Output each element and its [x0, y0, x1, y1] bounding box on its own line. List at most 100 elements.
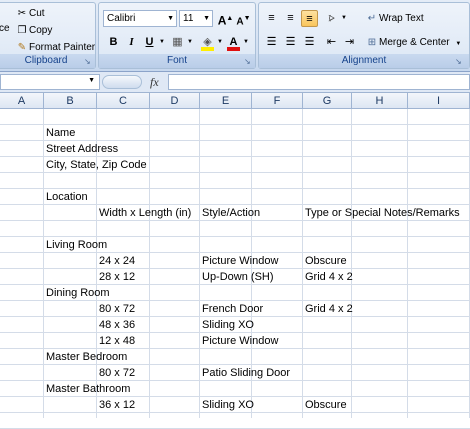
align-bottom-icon[interactable]: ≡ [301, 10, 318, 27]
alignment-group: ≡ ≡ ≡ ⦠ ▼ ☰ ☰ ☰ ⇤ ⇥ ↵ Wrap Text ⊞ Merge & … [258, 2, 470, 69]
column-header-g[interactable]: G [303, 93, 352, 109]
cell-g19[interactable]: Obscure [305, 397, 347, 413]
cell-c11[interactable]: 28 x 12 [99, 269, 135, 285]
font-group: Calibri ▼ 11 ▼ A▲ A▼ B I U ▼ ▦ ▼ ◈ ▼ A ▼… [98, 2, 256, 69]
name-box[interactable]: ▼ [0, 74, 100, 90]
merge-center-label: Merge & Center [379, 37, 450, 48]
font-size-value: 11 [183, 13, 194, 24]
chevron-down-icon[interactable]: ▼ [243, 39, 249, 45]
column-header-h[interactable]: H [352, 93, 408, 109]
copy-label: Copy [29, 25, 53, 36]
chevron-down-icon[interactable]: ▼ [455, 41, 461, 47]
cell-b16[interactable]: Master Bedroom [46, 349, 127, 365]
cell-g7[interactable]: Type or Special Notes/Remarks [305, 205, 460, 221]
column-header-b[interactable]: B [44, 93, 97, 109]
column-header-c[interactable]: C [97, 93, 150, 109]
cut-button[interactable]: ✂ Cut [15, 6, 45, 22]
ribbon: ce ✂ Cut ❐ Copy ✎ Format Painter Clipboard … [0, 0, 470, 72]
copy-icon: ❐ [17, 25, 27, 36]
column-header-i[interactable]: I [408, 93, 470, 109]
formula-bar-splitter[interactable] [102, 75, 142, 89]
column-header-a[interactable]: A [0, 93, 44, 109]
cell-c15[interactable]: 12 x 48 [99, 333, 135, 349]
clipboard-group-label: Clipboard [0, 54, 95, 68]
align-middle-icon[interactable]: ≡ [282, 10, 299, 27]
chevron-down-icon[interactable]: ▼ [159, 39, 165, 45]
cell-g11[interactable]: Grid 4 x 2 [305, 269, 353, 285]
cell-c19[interactable]: 36 x 12 [99, 397, 135, 413]
formula-bar: ▼ fx [0, 72, 470, 93]
column-header-d[interactable]: D [150, 93, 200, 109]
borders-icon[interactable]: ▦ [169, 34, 186, 51]
dialog-launcher-icon[interactable]: ↘ [244, 58, 252, 66]
font-color-bar [227, 47, 240, 51]
format-painter-label: Format Painter [29, 42, 96, 53]
cell-c10[interactable]: 24 x 24 [99, 253, 135, 269]
chevron-down-icon[interactable]: ▼ [88, 77, 95, 84]
cell-c13[interactable]: 80 x 72 [99, 301, 135, 317]
cell-e11[interactable]: Up-Down (SH) [202, 269, 274, 285]
cell-e17[interactable]: Patio Sliding Door [202, 365, 290, 381]
bold-button[interactable]: B [105, 34, 122, 51]
cell-e7[interactable]: Style/Action [202, 205, 260, 221]
chevron-down-icon[interactable]: ▼ [341, 15, 347, 21]
dialog-launcher-icon[interactable]: ↘ [455, 58, 463, 66]
shrink-font-icon: A [236, 16, 244, 28]
align-right-icon[interactable]: ☰ [301, 34, 318, 51]
cell-e10[interactable]: Picture Window [202, 253, 278, 269]
column-header-f[interactable]: F [252, 93, 303, 109]
cell-b6[interactable]: Location [46, 189, 88, 205]
cell-b9[interactable]: Living Room [46, 237, 107, 253]
font-size-box[interactable]: 11 ▼ [179, 10, 213, 27]
cell-e15[interactable]: Picture Window [202, 333, 278, 349]
align-center-icon[interactable]: ☰ [282, 34, 299, 51]
fill-color-icon[interactable]: ◈ [199, 34, 216, 51]
fx-icon[interactable]: fx [150, 75, 159, 90]
wrap-text-label: Wrap Text [379, 13, 424, 24]
cell-b2[interactable]: Name [46, 125, 75, 141]
decrease-indent-icon[interactable]: ⇤ [323, 34, 340, 51]
cell-g13[interactable]: Grid 4 x 2 [305, 301, 353, 317]
cell-g10[interactable]: Obscure [305, 253, 347, 269]
highlight-color-bar [201, 47, 214, 51]
dialog-launcher-icon[interactable]: ↘ [84, 58, 92, 66]
cell-e19[interactable]: Sliding XO [202, 397, 254, 413]
alignment-group-label: Alignment [259, 54, 469, 68]
wrap-text-button[interactable]: ↵ Wrap Text [365, 11, 424, 27]
chevron-down-icon[interactable]: ▼ [217, 39, 223, 45]
chevron-down-icon[interactable]: ▼ [167, 11, 174, 26]
clipboard-group: ce ✂ Cut ❐ Copy ✎ Format Painter Clipboard … [0, 2, 96, 69]
align-top-icon[interactable]: ≡ [263, 10, 280, 27]
underline-button[interactable]: U [141, 34, 158, 51]
cell-b3[interactable]: Street Address [46, 141, 118, 157]
font-group-label: Font [99, 54, 255, 68]
formula-input[interactable] [168, 74, 470, 90]
increase-indent-icon[interactable]: ⇥ [341, 34, 358, 51]
font-name-box[interactable]: Calibri ▼ [103, 10, 177, 27]
italic-button[interactable]: I [123, 34, 140, 51]
orientation-icon[interactable]: ⦠ [323, 10, 340, 27]
align-left-icon[interactable]: ☰ [263, 34, 280, 51]
worksheet-grid[interactable]: A B C D E F G H I Name Street Address City, State, … [0, 93, 470, 429]
paste-button-label[interactable]: ce [0, 21, 10, 37]
cell-b4[interactable]: City, State, Zip Code [46, 157, 147, 173]
chevron-down-icon[interactable]: ▼ [203, 11, 210, 26]
grow-font-button[interactable]: A▲ [217, 10, 234, 28]
cell-c7[interactable]: Width x Length (in) [99, 205, 191, 221]
merge-cells-icon: ⊞ [367, 37, 377, 48]
cell-b18[interactable]: Master Bathroom [46, 381, 130, 397]
column-header-e[interactable]: E [200, 93, 252, 109]
cell-b12[interactable]: Dining Room [46, 285, 110, 301]
merge-center-button[interactable]: ⊞ Merge & Center ▼ [365, 35, 462, 51]
chevron-down-icon[interactable]: ▼ [187, 39, 193, 45]
cell-c14[interactable]: 48 x 36 [99, 317, 135, 333]
scissors-icon: ✂ [17, 8, 27, 19]
shrink-font-button[interactable]: A▼ [235, 10, 252, 28]
cell-e14[interactable]: Sliding XO [202, 317, 254, 333]
font-name-value: Calibri [107, 13, 136, 24]
wrap-text-icon: ↵ [367, 13, 377, 24]
cell-e13[interactable]: French Door [202, 301, 263, 317]
cell-c17[interactable]: 80 x 72 [99, 365, 135, 381]
copy-button[interactable]: ❐ Copy [15, 23, 53, 39]
font-color-icon[interactable]: A [225, 34, 242, 51]
